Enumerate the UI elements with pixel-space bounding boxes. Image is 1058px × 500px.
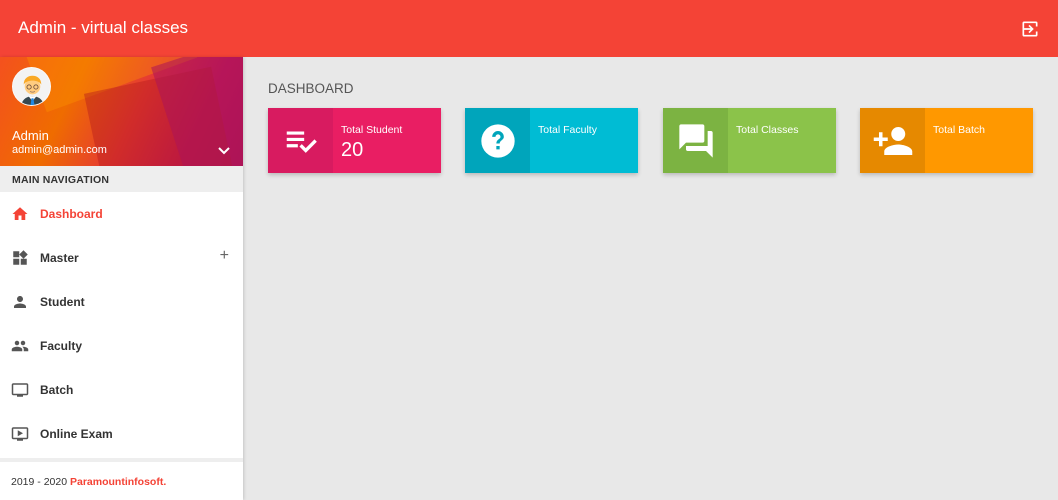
- chevron-down-icon[interactable]: [217, 146, 231, 156]
- avatar: [12, 67, 51, 106]
- page-title: DASHBOARD: [268, 81, 354, 96]
- user-name: Admin: [12, 128, 49, 143]
- logout-icon[interactable]: [1020, 19, 1040, 39]
- card-label: Total Classes: [736, 124, 799, 136]
- sidebar-item-dashboard[interactable]: Dashboard: [0, 192, 243, 236]
- card-total-batch[interactable]: Total Batch: [860, 108, 1033, 173]
- main-navigation: Dashboard Master + Student Faculty Batch…: [0, 192, 243, 456]
- user-profile-panel: Admin admin@admin.com: [0, 57, 243, 166]
- card-total-classes[interactable]: Total Classes: [663, 108, 836, 173]
- video-icon: [11, 427, 29, 441]
- sidebar-item-label: Master: [40, 251, 79, 265]
- help-icon: [480, 123, 515, 158]
- sidebar-item-label: Batch: [40, 383, 74, 397]
- sidebar-footer: 2019 - 2020 Paramountinfosoft.: [0, 458, 243, 500]
- sidebar-item-label: Online Exam: [40, 427, 113, 441]
- card-total-student[interactable]: Total Student 20: [268, 108, 441, 173]
- forum-icon: [678, 123, 713, 158]
- sidebar-item-label: Dashboard: [40, 207, 103, 221]
- card-label: Total Batch: [933, 124, 985, 136]
- footer-period: .: [163, 476, 167, 488]
- top-bar: Admin - virtual classes: [0, 0, 1058, 57]
- card-label: Total Student: [341, 124, 403, 136]
- card-label: Total Faculty: [538, 124, 597, 136]
- nav-section-header: MAIN NAVIGATION: [0, 166, 243, 192]
- sidebar-item-student[interactable]: Student: [0, 280, 243, 324]
- card-icon-box: [663, 108, 728, 173]
- card-value: 20: [341, 139, 364, 161]
- monitor-icon: [11, 383, 29, 397]
- app-title: Admin - virtual classes: [18, 18, 189, 37]
- card-total-faculty[interactable]: Total Faculty: [465, 108, 638, 173]
- home-icon: [12, 207, 28, 220]
- copyright-years: 2019 - 2020: [11, 476, 68, 488]
- card-icon-box: [465, 108, 530, 173]
- sidebar: Admin admin@admin.com MAIN NAVIGATION Da…: [0, 57, 243, 500]
- person-icon: [14, 296, 26, 308]
- user-email: admin@admin.com: [12, 144, 107, 156]
- sidebar-item-online-exam[interactable]: Online Exam: [0, 412, 243, 456]
- card-icon-box: [268, 108, 333, 173]
- company-link[interactable]: Paramountinfosoft: [70, 476, 163, 488]
- expand-icon[interactable]: +: [220, 247, 229, 265]
- sidebar-item-master[interactable]: Master +: [0, 236, 243, 280]
- main-content: DASHBOARD Total Student 20 Total Faculty…: [243, 57, 1058, 500]
- sidebar-item-label: Faculty: [40, 339, 83, 353]
- card-icon-box: [860, 108, 925, 173]
- sidebar-item-faculty[interactable]: Faculty: [0, 324, 243, 368]
- sidebar-item-label: Student: [40, 295, 85, 309]
- widgets-icon: [13, 250, 28, 265]
- people-icon: [11, 340, 29, 352]
- add-person-icon: [873, 126, 912, 155]
- sidebar-item-batch[interactable]: Batch: [0, 368, 243, 412]
- checklist-icon: [286, 131, 317, 153]
